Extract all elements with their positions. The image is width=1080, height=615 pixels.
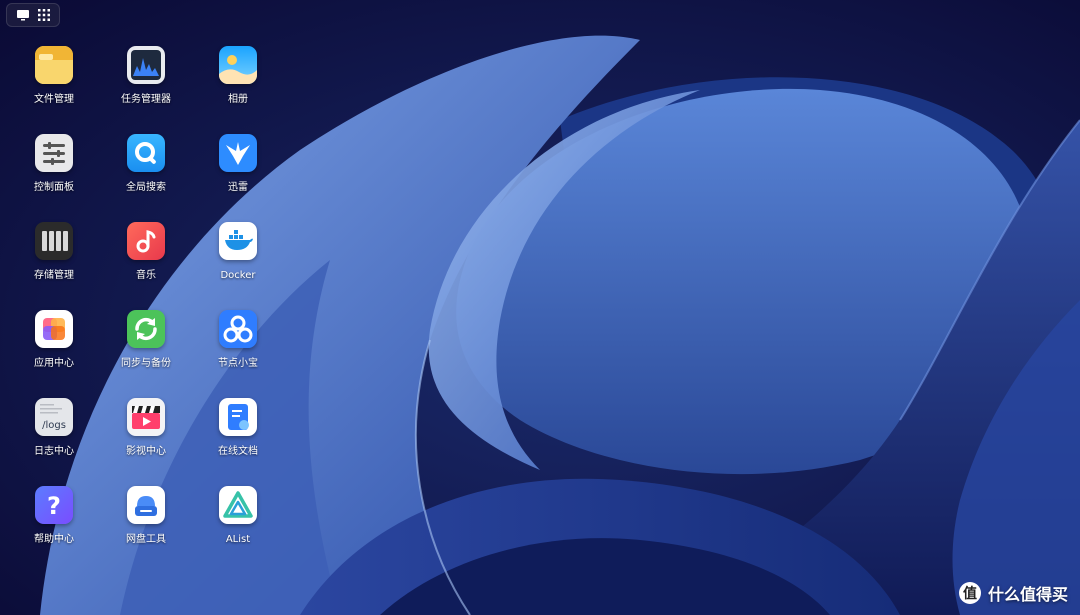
app-grid-button[interactable] <box>35 7 53 23</box>
app-label: 任务管理器 <box>121 94 171 105</box>
app-storage-manager[interactable]: 存储管理 <box>9 222 99 306</box>
app-app-center[interactable]: 应用中心 <box>9 310 99 394</box>
app-label: 帮助中心 <box>34 534 74 545</box>
app-photos[interactable]: 相册 <box>193 46 283 130</box>
folder-icon <box>35 46 73 84</box>
desktop: 文件管理 控制面板 存储管理 应用中心 /logs 日志中心 ? 帮助中心 任务… <box>0 0 1080 615</box>
app-label: 全局搜索 <box>126 182 166 193</box>
logs-icon-text: /logs <box>42 420 66 431</box>
clapperboard-icon <box>127 398 165 436</box>
app-label: Docker <box>220 270 256 281</box>
sync-icon <box>127 310 165 348</box>
app-help-center[interactable]: ? 帮助中心 <box>9 486 99 570</box>
app-control-panel[interactable]: 控制面板 <box>9 134 99 218</box>
search-icon <box>127 134 165 172</box>
logs-icon: /logs <box>35 398 73 436</box>
app-label: 相册 <box>228 94 248 105</box>
monitor-icon <box>16 10 29 21</box>
watermark-text: 什么值得买 <box>987 585 1068 604</box>
grid-icon <box>37 9 50 21</box>
view-switch <box>6 3 60 27</box>
storage-drives-icon <box>35 222 73 260</box>
app-alist[interactable]: AList <box>193 486 283 570</box>
app-task-manager[interactable]: 任务管理器 <box>101 46 191 130</box>
watermark-logo-icon: 值 <box>958 582 981 604</box>
app-label: 迅雷 <box>228 182 248 193</box>
document-icon <box>219 398 257 436</box>
sliders-icon <box>35 134 73 172</box>
app-center-icon <box>35 310 73 348</box>
alist-triangle-icon <box>219 486 257 524</box>
node-link-icon <box>219 310 257 348</box>
app-sync-backup[interactable]: 同步与备份 <box>101 310 191 394</box>
app-netdisk-tools[interactable]: 网盘工具 <box>101 486 191 570</box>
app-docker[interactable]: Docker <box>193 222 283 306</box>
bird-icon <box>219 134 257 172</box>
photo-icon <box>219 46 257 84</box>
cloud-drive-icon <box>127 486 165 524</box>
app-label: AList <box>225 534 251 545</box>
app-label: 在线文档 <box>218 446 258 457</box>
question-icon: ? <box>35 486 73 524</box>
app-global-search[interactable]: 全局搜索 <box>101 134 191 218</box>
activity-chart-icon <box>127 46 165 84</box>
app-label: 影视中心 <box>126 446 166 457</box>
app-log-center[interactable]: /logs 日志中心 <box>9 398 99 482</box>
docker-whale-icon <box>219 222 257 260</box>
app-label: 存储管理 <box>34 270 74 281</box>
app-file-manager[interactable]: 文件管理 <box>9 46 99 130</box>
music-note-icon <box>127 222 165 260</box>
app-node-treasure[interactable]: 节点小宝 <box>193 310 283 394</box>
svg-text:值: 值 <box>963 585 977 602</box>
app-media-center[interactable]: 影视中心 <box>101 398 191 482</box>
app-label: 应用中心 <box>34 358 74 369</box>
app-label: 控制面板 <box>34 182 74 193</box>
desktop-view-button[interactable] <box>14 7 32 23</box>
app-label: 网盘工具 <box>126 534 166 545</box>
app-online-docs[interactable]: 在线文档 <box>193 398 283 482</box>
app-label: 同步与备份 <box>121 358 171 369</box>
app-label: 节点小宝 <box>218 358 258 369</box>
watermark: 值 什么值得买 <box>958 579 1068 607</box>
app-label: 日志中心 <box>34 446 74 457</box>
app-music[interactable]: 音乐 <box>101 222 191 306</box>
svg-text:?: ? <box>47 492 61 520</box>
app-label: 音乐 <box>136 270 156 281</box>
app-label: 文件管理 <box>34 94 74 105</box>
app-thunder[interactable]: 迅雷 <box>193 134 283 218</box>
